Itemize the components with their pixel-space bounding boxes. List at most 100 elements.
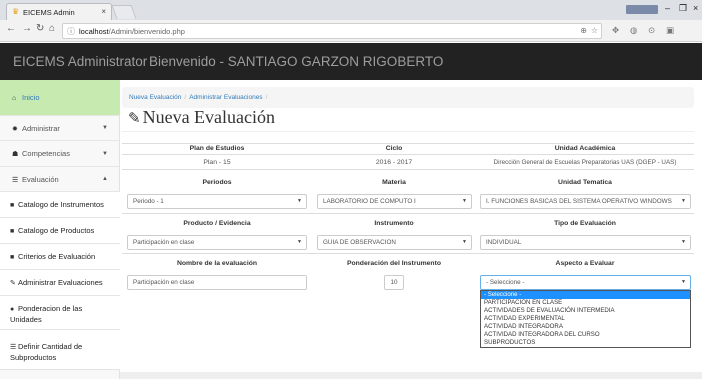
header-unidad-academica: Unidad Académica	[554, 145, 616, 152]
bookmark-star-icon[interactable]: ☆	[591, 26, 598, 35]
chevron-down-icon: ▼	[681, 279, 686, 285]
table-border	[122, 213, 694, 214]
sidebar-item-catalogo-productos[interactable]: ■ Catalogo de Productos	[0, 218, 120, 244]
breadcrumb-link[interactable]: Administrar Evaluaciones	[189, 94, 262, 101]
unidad-tematica-select[interactable]: I. FUNCIONES BASICAS DEL SISTEMA OPERATI…	[480, 194, 691, 209]
user-profile-badge[interactable]	[626, 5, 658, 14]
welcome-text: Bienvenido - SANTIAGO GARZON RIGOBERTO	[149, 54, 444, 69]
sidebar-item-administrar-evaluaciones[interactable]: ✎ Administrar Evaluaciones	[0, 270, 120, 296]
chevron-down-icon: ▼	[297, 198, 302, 204]
home-browser-icon[interactable]: ⌂	[49, 23, 55, 34]
dropdown-option[interactable]: PARTICIPACION EN CLASE	[481, 299, 690, 307]
header-nombre-evaluacion: Nombre de la evaluación	[176, 260, 258, 267]
book-icon: ■	[10, 202, 15, 209]
breadcrumb: Nueva Evaluación / Administrar Evaluacione…	[122, 87, 694, 108]
sidebar-item-catalogo-instrumentos[interactable]: ■ Catalogo de Instrumentos	[0, 192, 120, 218]
sidebar-item-competencias[interactable]: ☗ Competencias ▼	[0, 141, 120, 167]
header-aspecto-evaluar: Aspecto a Evaluar	[555, 260, 615, 267]
tipo-evaluacion-select[interactable]: INDIVIDUAL ▼	[480, 235, 691, 250]
header-periodos: Periodos	[202, 179, 232, 186]
table-border	[122, 169, 694, 170]
maximize-icon[interactable]: ❐	[679, 3, 687, 14]
sidebar-item-criterios[interactable]: ■ Criterios de Evaluación	[0, 244, 120, 270]
caret-up-icon: ▲	[102, 176, 108, 182]
divider	[122, 131, 694, 132]
breadcrumb-link[interactable]: Nueva Evaluación	[129, 94, 181, 101]
header-unidad-tematica: Unidad Tematica	[558, 179, 612, 186]
new-tab-button[interactable]	[111, 5, 137, 19]
browser-toolbar: ← → ↻ ⌂ ⓘ localhost/Admin/bienvenido.php…	[0, 20, 702, 42]
sidebar-item-ponderacion[interactable]: ● Ponderacion de las Unidades	[0, 296, 120, 330]
extension-icon[interactable]: ✥	[612, 25, 619, 36]
zoom-icon[interactable]: ⊕	[580, 26, 587, 35]
dropdown-option[interactable]: ACTIVIDAD EXPERIMENTAL	[481, 315, 690, 323]
brand-link[interactable]: EICEMS Administrator	[13, 54, 147, 69]
value-plan-estudios: Plan - 15	[203, 159, 231, 166]
browser-tab[interactable]: ♛ EICEMS Admin ×	[6, 3, 112, 20]
info-icon: ⓘ	[67, 27, 75, 36]
address-bar[interactable]: ⓘ localhost/Admin/bienvenido.php ⊕ ☆	[62, 23, 602, 39]
value-unidad-academica: Dirección General de Escuelas Preparator…	[493, 159, 677, 166]
chevron-down-icon: ▼	[462, 198, 467, 204]
footer-strip	[120, 372, 702, 379]
sidebar-item-inicio[interactable]: ⌂ Inicio	[0, 80, 120, 116]
browser-tab-bar: ♛ EICEMS Admin × – ❐ ×	[0, 0, 702, 20]
chevron-down-icon: ▼	[681, 198, 686, 204]
tab-title: EICEMS Admin	[23, 8, 75, 17]
materia-select[interactable]: LABORATORIO DE COMPUTO I ▼	[317, 194, 472, 209]
extension-icon[interactable]: ⊙	[648, 25, 655, 36]
dropdown-option[interactable]: ACTIVIDAD INTEGRADORA	[481, 323, 690, 331]
tab-close-icon[interactable]: ×	[101, 7, 106, 16]
url-path: /Admin/bienvenido.php	[108, 27, 185, 36]
sidebar-item-administrar[interactable]: ✹ Administrar ▼	[0, 116, 120, 141]
list-icon: ☰	[10, 344, 17, 351]
instrumento-select[interactable]: GUIA DE OBSERVACION ▼	[317, 235, 472, 250]
dropdown-option[interactable]: - Seleccione -	[481, 291, 690, 299]
favicon-icon: ♛	[12, 7, 20, 16]
header-plan-estudios: Plan de Estudios	[189, 145, 245, 152]
sidebar-item-definir-subproductos[interactable]: ☰ Definir Cantidad de Subproductos	[0, 330, 120, 370]
value-ciclo: 2016 - 2017	[375, 159, 413, 166]
extension-icon[interactable]: ▣	[666, 25, 674, 36]
edit-icon: ✎	[10, 280, 16, 287]
circle-icon: ●	[10, 306, 15, 313]
list-icon: ☰	[12, 177, 19, 184]
book-icon: ■	[10, 228, 15, 235]
header-tipo-evaluacion: Tipo de Evaluación	[554, 220, 616, 227]
dropdown-option[interactable]: SUBPRODUCTOS	[481, 339, 690, 347]
periodo-select[interactable]: Periodo - 1 ▼	[127, 194, 307, 209]
reload-icon[interactable]: ↻	[36, 23, 44, 34]
producto-select[interactable]: Participación en clase ▼	[127, 235, 307, 250]
sidebar: ⌂ Inicio ✹ Administrar ▼ ☗ Competencias ▼ ☰…	[0, 80, 120, 379]
table-border	[122, 143, 694, 144]
url-host: localhost	[79, 27, 109, 36]
gear-icon: ✹	[12, 126, 18, 133]
header-producto-evidencia: Producto / Evidencia	[183, 220, 251, 227]
ponderacion-input[interactable]: 10	[384, 275, 404, 290]
header-ponderacion: Ponderación del Instrumento	[346, 260, 442, 267]
home-icon: ⌂	[12, 95, 17, 102]
table-border	[122, 253, 694, 254]
aspecto-evaluar-select[interactable]: - Seleccione - ▼	[480, 275, 691, 290]
chevron-down-icon: ▼	[297, 239, 302, 245]
book-icon: ■	[10, 254, 15, 261]
chevron-down-icon: ▼	[462, 239, 467, 245]
table-border	[122, 154, 694, 155]
sidebar-item-evaluacion[interactable]: ☰ Evaluación ▲	[0, 167, 120, 192]
page-title: ✎ Nueva Evaluación	[128, 107, 276, 127]
header-ciclo: Ciclo	[385, 145, 403, 152]
caret-down-icon: ▼	[102, 125, 108, 131]
aspecto-dropdown-list: - Seleccione - PARTICIPACION EN CLASE AC…	[480, 290, 691, 348]
back-icon[interactable]: ←	[6, 23, 16, 34]
minimize-icon[interactable]: –	[665, 3, 670, 13]
nombre-evaluacion-input[interactable]: Participación en clase	[127, 275, 307, 290]
app-navbar: EICEMS Administrator Bienvenido - SANTIA…	[0, 43, 702, 80]
edit-icon: ✎	[128, 111, 141, 127]
users-icon: ☗	[12, 151, 19, 158]
dropdown-option[interactable]: ACTIVIDADES DE EVALUACIÓN INTERMEDIA	[481, 307, 690, 315]
dropdown-option[interactable]: ACTIVIDAD INTEGRADORA DEL CURSO	[481, 331, 690, 339]
extension-icon[interactable]: ◍	[630, 25, 637, 36]
chevron-down-icon: ▼	[681, 239, 686, 245]
window-close-icon[interactable]: ×	[693, 3, 698, 13]
forward-icon[interactable]: →	[22, 23, 32, 34]
